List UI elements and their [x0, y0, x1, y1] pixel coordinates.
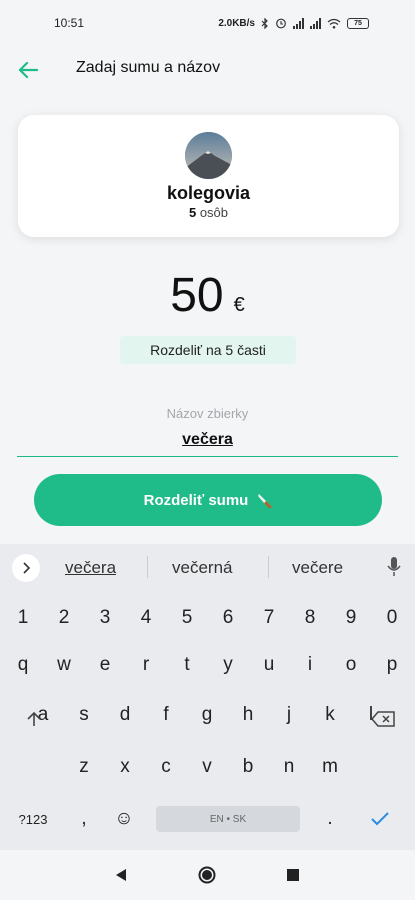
key-row-1-1[interactable]: w — [46, 645, 82, 685]
key-row-3-3[interactable]: v — [189, 747, 225, 787]
voice-input-button[interactable] — [384, 556, 404, 580]
nav-recents-button[interactable] — [282, 864, 304, 886]
group-name: kolegovia — [166, 183, 251, 203]
nav-back-button[interactable] — [110, 864, 132, 886]
key-row-numbers-1[interactable]: 2 — [46, 598, 82, 638]
suggestion-3[interactable]: večere — [292, 558, 343, 578]
key-row-numbers-7[interactable]: 8 — [292, 598, 328, 638]
suggestion-1[interactable]: večera — [65, 558, 116, 578]
wifi-icon — [327, 18, 341, 29]
key-row-1-4[interactable]: t — [169, 645, 205, 685]
key-row-numbers-3[interactable]: 4 — [128, 598, 164, 638]
comma-key[interactable]: , — [66, 799, 102, 839]
key-row-1-5[interactable]: y — [210, 645, 246, 685]
member-count-value: 5 — [188, 205, 197, 220]
status-bar: 10:51 2.0KB/s 75 — [0, 0, 415, 46]
microphone-icon — [387, 557, 401, 576]
nav-home-button[interactable] — [196, 864, 218, 886]
keyboard: večera večerná večere 1234567890 qwertyu… — [0, 544, 415, 850]
suggestion-expand-button[interactable] — [12, 554, 40, 582]
key-row-2-5[interactable]: h — [230, 695, 266, 735]
emoji-key[interactable]: ☺ — [106, 799, 142, 839]
shift-arrow-icon — [27, 711, 41, 726]
status-icons: 2.0KB/s 75 — [218, 17, 369, 29]
suggestion-divider — [268, 556, 269, 578]
battery-icon: 75 — [347, 17, 369, 29]
key-row-3-4[interactable]: b — [230, 747, 266, 787]
arrow-left-icon — [18, 61, 38, 79]
chevron-right-icon — [23, 562, 30, 574]
key-row-2-2[interactable]: d — [107, 695, 143, 735]
checkmark-icon — [371, 812, 389, 826]
amount-currency: € — [233, 294, 245, 316]
suggestion-bar: večera večerná večere — [0, 544, 415, 590]
split-sum-label: Rozdeliť sumu — [143, 491, 249, 509]
key-row-1-2[interactable]: e — [87, 645, 123, 685]
key-row-1-3[interactable]: r — [128, 645, 164, 685]
group-card: kolegovia 5 osôb — [18, 115, 399, 237]
key-row-2-6[interactable]: j — [271, 695, 307, 735]
key-row-3-1[interactable]: x — [107, 747, 143, 787]
cell-signal-icon — [310, 17, 321, 29]
key-row-numbers-9[interactable]: 0 — [374, 598, 410, 638]
period-key[interactable]: . — [312, 799, 348, 839]
group-member-count: 5 osôb — [189, 205, 228, 220]
name-field-label: Názov zbierky — [166, 406, 249, 421]
system-nav-bar — [0, 850, 415, 900]
key-row-2-4[interactable]: g — [189, 695, 225, 735]
enter-key[interactable] — [362, 799, 398, 839]
circle-home-icon — [198, 866, 216, 884]
key-row-1-8[interactable]: o — [333, 645, 369, 685]
backspace-icon — [371, 711, 395, 727]
suggestion-divider — [147, 556, 148, 578]
shift-key[interactable] — [16, 699, 52, 739]
key-row-3-5[interactable]: n — [271, 747, 307, 787]
key-row-numbers-0[interactable]: 1 — [5, 598, 41, 638]
key-row-numbers-4[interactable]: 5 — [169, 598, 205, 638]
key-row-numbers-2[interactable]: 3 — [87, 598, 123, 638]
symbols-key[interactable]: ?123 — [10, 799, 56, 839]
backspace-key[interactable] — [364, 699, 402, 739]
back-button[interactable] — [14, 56, 42, 84]
key-row-numbers-5[interactable]: 6 — [210, 598, 246, 638]
mountain-image — [185, 132, 232, 179]
page-title: Zadaj sumu a názov — [76, 59, 221, 76]
alarm-icon — [276, 18, 286, 29]
square-recents-icon — [287, 869, 299, 881]
member-count-unit: osôb — [199, 205, 229, 220]
key-row-1-6[interactable]: u — [251, 645, 287, 685]
key-row-2-3[interactable]: f — [148, 695, 184, 735]
split-sum-button[interactable]: Rozdeliť sumu — [34, 474, 382, 526]
key-row-3-2[interactable]: c — [148, 747, 184, 787]
amount-display[interactable]: 50 € — [0, 268, 415, 323]
suggestion-2[interactable]: večerná — [172, 558, 232, 578]
key-row-2-7[interactable]: k — [312, 695, 348, 735]
key-row-3-6[interactable]: m — [312, 747, 348, 787]
key-row-1-9[interactable]: p — [374, 645, 410, 685]
amount-value: 50 — [170, 269, 224, 322]
app-header: Zadaj sumu a názov — [0, 46, 415, 92]
key-row-3-0[interactable]: z — [66, 747, 102, 787]
collection-name-input[interactable] — [17, 424, 398, 457]
status-time: 10:51 — [54, 16, 85, 30]
triangle-back-icon — [116, 869, 126, 881]
key-row-numbers-8[interactable]: 9 — [333, 598, 369, 638]
space-key[interactable]: EN • SK — [156, 806, 300, 832]
key-row-1-0[interactable]: q — [5, 645, 41, 685]
key-row-2-1[interactable]: s — [66, 695, 102, 735]
key-row-numbers-6[interactable]: 7 — [251, 598, 287, 638]
cell-signal-icon — [293, 17, 304, 29]
split-parts-badge[interactable]: Rozdeliť na 5 časti — [120, 336, 296, 364]
group-avatar — [185, 132, 232, 179]
network-speed: 2.0KB/s — [218, 17, 255, 29]
key-row-1-7[interactable]: i — [292, 645, 328, 685]
bluetooth-icon — [261, 17, 268, 29]
knife-icon — [258, 494, 272, 508]
battery-level: 75 — [354, 19, 362, 27]
